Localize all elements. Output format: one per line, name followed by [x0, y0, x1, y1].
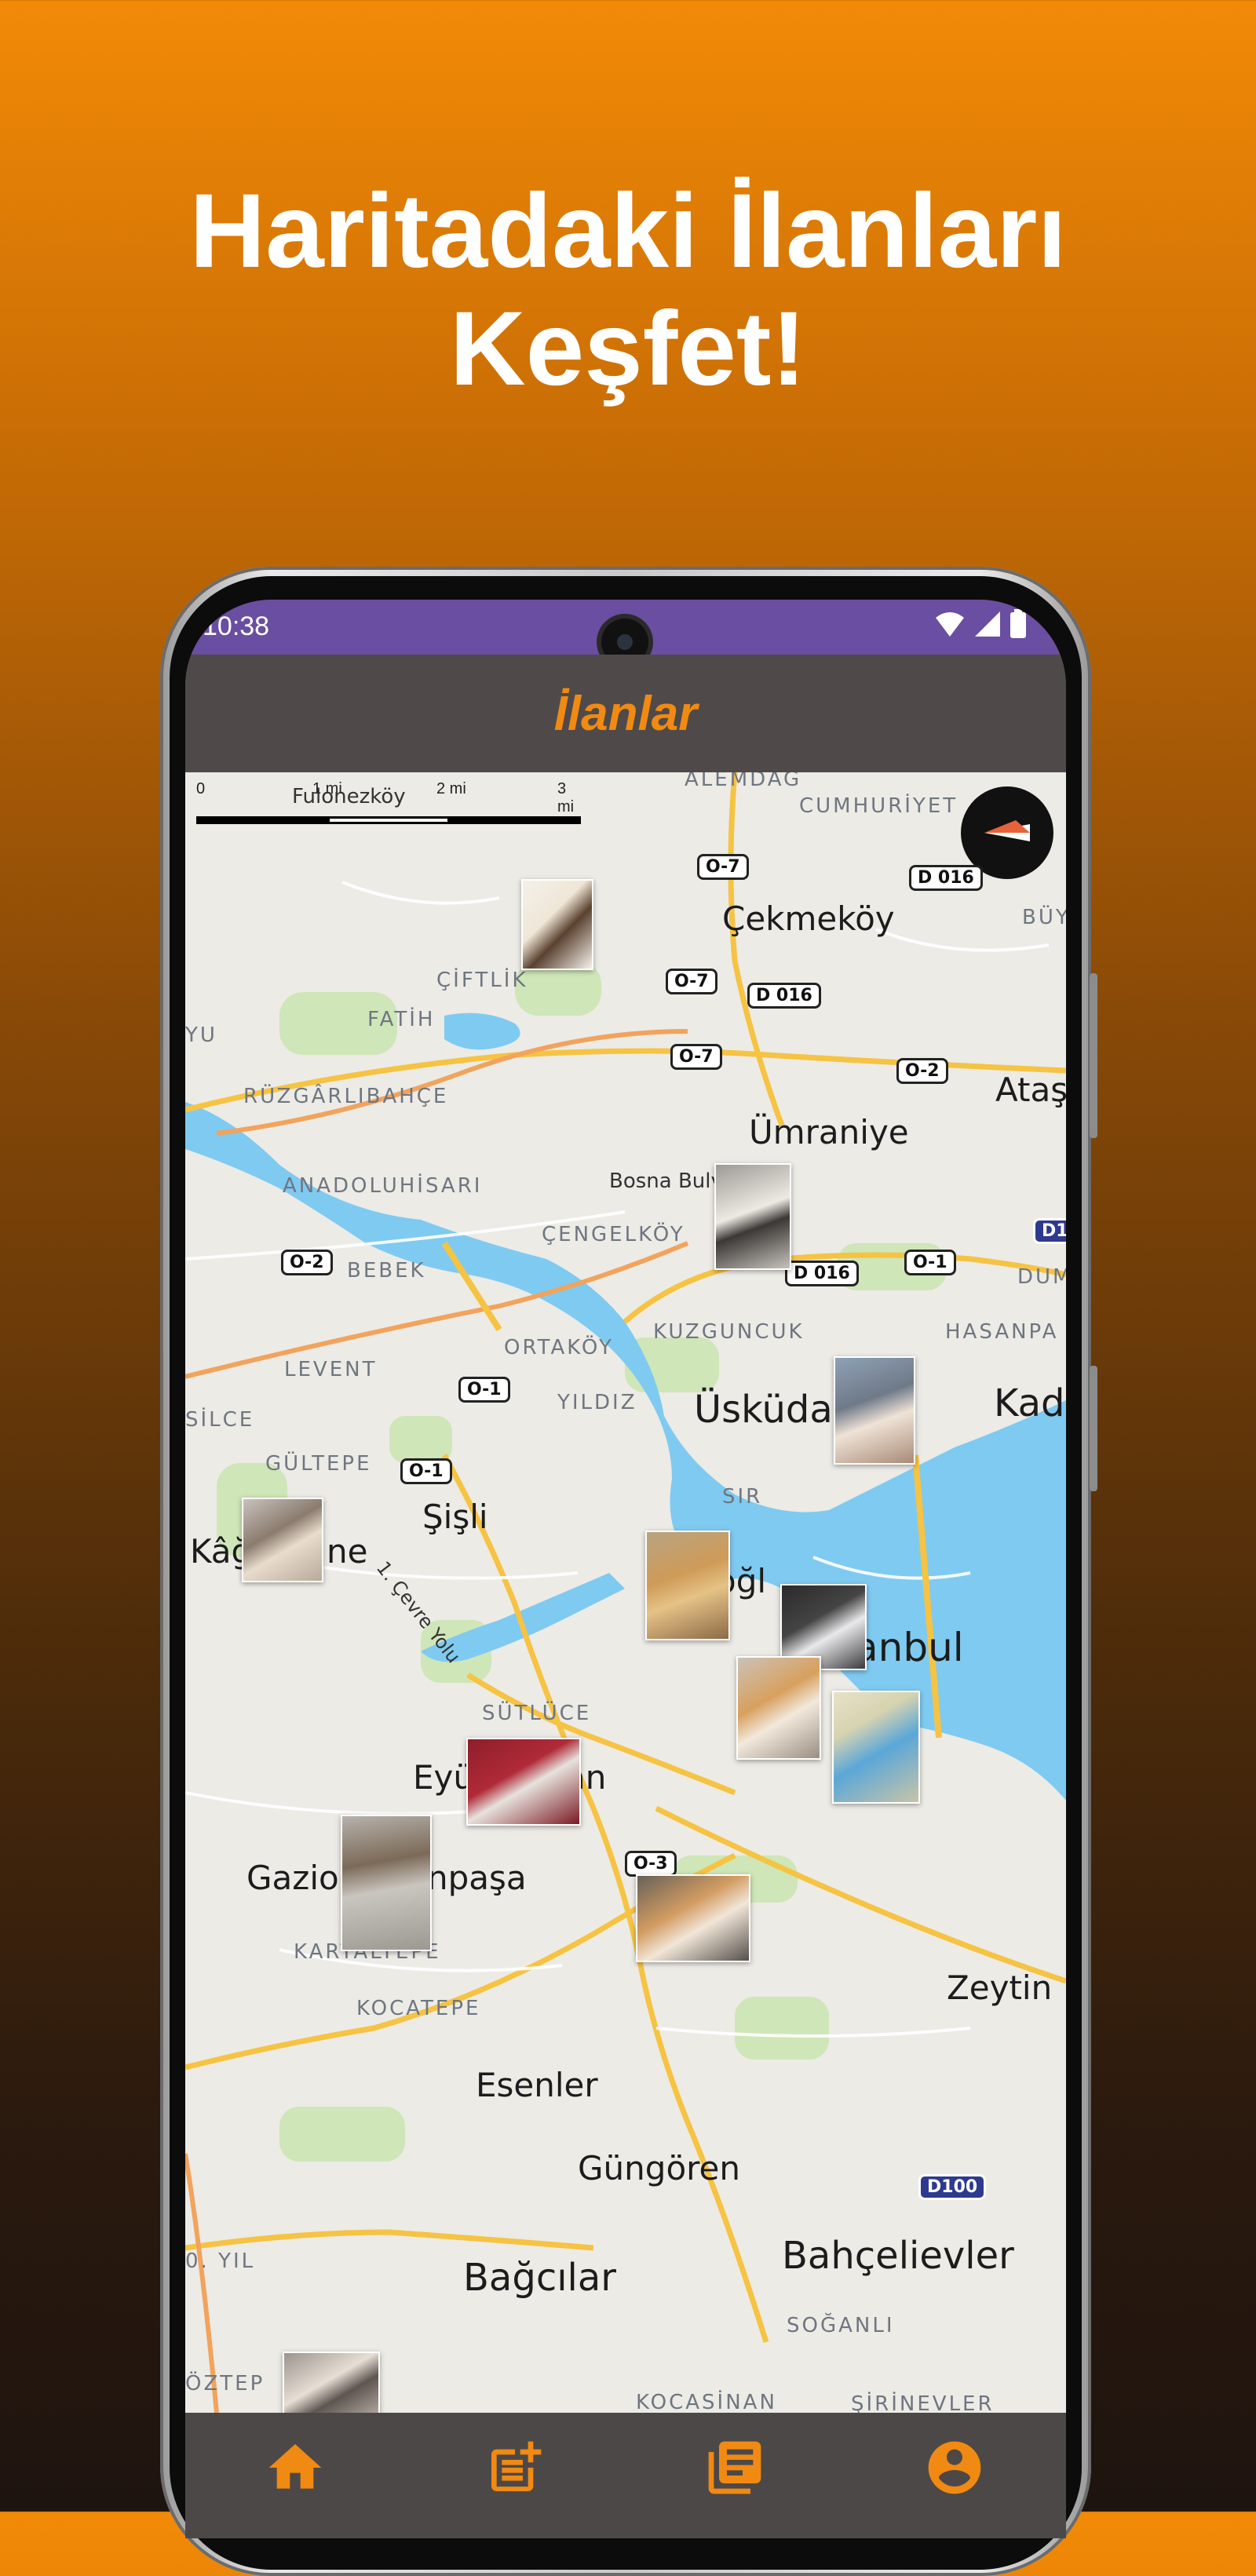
road-shield: D100	[918, 2174, 987, 2200]
place-label: Çekmeköy	[722, 899, 895, 938]
district-label: YU	[185, 1023, 217, 1047]
status-time: 10:38	[203, 611, 270, 641]
road-shield: O-7	[670, 1044, 722, 1070]
place-label: Zeytin	[947, 1968, 1053, 2007]
district-label: FATİH	[367, 1008, 436, 1031]
scale-bar	[196, 816, 581, 824]
district-label: ANADOLUHİSARI	[283, 1174, 483, 1198]
place-label: Gazio	[246, 1859, 339, 1897]
nav-home[interactable]	[264, 2436, 327, 2499]
place-label: Güngören	[578, 2149, 740, 2187]
road-shield: O-1	[400, 1458, 452, 1484]
listing-pin-puppy[interactable]	[521, 879, 593, 970]
volume-button	[1090, 1366, 1097, 1491]
district-label: YILDIZ	[557, 1391, 637, 1414]
district-label: ALEMDAĞ	[685, 772, 802, 791]
bottom-navigation	[185, 2413, 1066, 2538]
district-label: ÇİFTLİK	[436, 969, 528, 992]
district-label: Fulonezköy	[292, 785, 406, 808]
district-label: ŞİRİNEVLER	[851, 2392, 995, 2413]
place-label: Kad	[994, 1381, 1065, 1425]
road-shield: D1	[1033, 1218, 1066, 1244]
road-shield: O-1	[458, 1377, 510, 1403]
listing-pin-dog[interactable]	[341, 1815, 432, 1951]
district-label: ÇENGELKÖY	[542, 1223, 685, 1246]
road-shield: O-1	[904, 1250, 956, 1275]
nav-post-add[interactable]	[484, 2436, 546, 2499]
district-label: LEVENT	[284, 1358, 378, 1381]
district-label: RÜZGÂRLIBAHÇE	[243, 1085, 449, 1108]
district-label: SOĞANLI	[787, 2314, 895, 2337]
place-label: Ataş	[995, 1071, 1066, 1109]
listing-pin-dog[interactable]	[645, 1531, 730, 1640]
street-label: Bosna Bulv	[609, 1169, 723, 1193]
scale-label-2: 2 mi	[436, 780, 466, 797]
listing-pin-cat[interactable]	[736, 1656, 821, 1760]
place-label: Şişli	[422, 1498, 488, 1536]
signal-icon	[975, 611, 1000, 637]
district-label: ÖZTEP	[185, 2372, 265, 2395]
road-shield: O-2	[896, 1058, 948, 1084]
road-shield: D 016	[909, 865, 983, 891]
road-shield: D 016	[747, 983, 821, 1009]
district-label: SÜTLÜCE	[482, 1702, 592, 1725]
district-label: BEBEK	[347, 1259, 426, 1283]
district-label: SIR	[722, 1485, 763, 1509]
phone-screen: 10:38 İlanlar 0 1 mi 2 mi 3 mi ALEMDAĞ C…	[185, 600, 1066, 2538]
listing-pin-cat[interactable]	[714, 1163, 791, 1270]
map-view[interactable]: 0 1 mi 2 mi 3 mi ALEMDAĞ CUMHURİYET BÜY …	[185, 772, 1066, 2413]
place-label: Eyü	[413, 1758, 475, 1797]
listing-pin-kitten[interactable]	[636, 1874, 750, 1962]
place-label: npaşa	[427, 1859, 527, 1897]
place-label: anbul	[854, 1625, 964, 1670]
listing-pin-cat[interactable]	[834, 1356, 915, 1465]
district-label: BÜY	[1022, 906, 1066, 929]
scale-label-0: 0	[196, 780, 206, 797]
road-shield: O-2	[281, 1250, 333, 1275]
road-shield: D 016	[785, 1261, 859, 1286]
post-add-icon	[491, 2441, 542, 2491]
road-shield: O-3	[625, 1851, 677, 1877]
place-label: Üsküda	[694, 1388, 833, 1432]
page-title: İlanlar	[553, 687, 698, 741]
place-label: Esenler	[476, 2066, 598, 2104]
district-label: HASANPA	[945, 1320, 1059, 1344]
app-bar: İlanlar	[185, 655, 1066, 772]
listing-pin-bird[interactable]	[832, 1691, 920, 1804]
district-label: 0. YIL	[185, 2249, 256, 2273]
nav-listings[interactable]	[703, 2436, 766, 2499]
wifi-icon	[936, 612, 964, 637]
district-label: GÜLTEPE	[265, 1452, 372, 1476]
home-icon	[268, 2444, 322, 2489]
nav-account[interactable]	[923, 2436, 986, 2499]
battery-icon	[1010, 609, 1026, 638]
road-shield: O-7	[666, 969, 717, 994]
district-label: SİLCE	[185, 1408, 255, 1432]
place-label: Bağcılar	[463, 2256, 617, 2300]
district-label: DUMLU	[1017, 1265, 1066, 1289]
district-label: KUZGUNCUK	[653, 1320, 805, 1344]
listing-pin-kitten[interactable]	[242, 1498, 323, 1582]
headline-line-2: Keşfet!	[449, 290, 807, 407]
district-label: KOCASİNAN	[636, 2391, 777, 2413]
place-label: ne	[327, 1532, 368, 1571]
place-label: Ümraniye	[749, 1113, 909, 1151]
headline: Haritadaki İlanları Keşfet!	[0, 173, 1256, 408]
power-button	[1090, 973, 1097, 1138]
headline-line-1: Haritadaki İlanları	[189, 173, 1067, 290]
place-label: Bahçelievler	[782, 2234, 1014, 2278]
district-label: ORTAKÖY	[504, 1336, 614, 1359]
district-label: CUMHURİYET	[799, 794, 958, 818]
listing-pin-cat[interactable]	[466, 1738, 581, 1826]
district-label: KOCATEPE	[356, 1997, 481, 2020]
account-icon	[928, 2441, 981, 2494]
listing-pin-cat[interactable]	[283, 2352, 380, 2413]
scale-label-3: 3 mi	[557, 780, 575, 815]
listings-icon	[708, 2441, 761, 2494]
road-shield: O-7	[697, 854, 749, 880]
